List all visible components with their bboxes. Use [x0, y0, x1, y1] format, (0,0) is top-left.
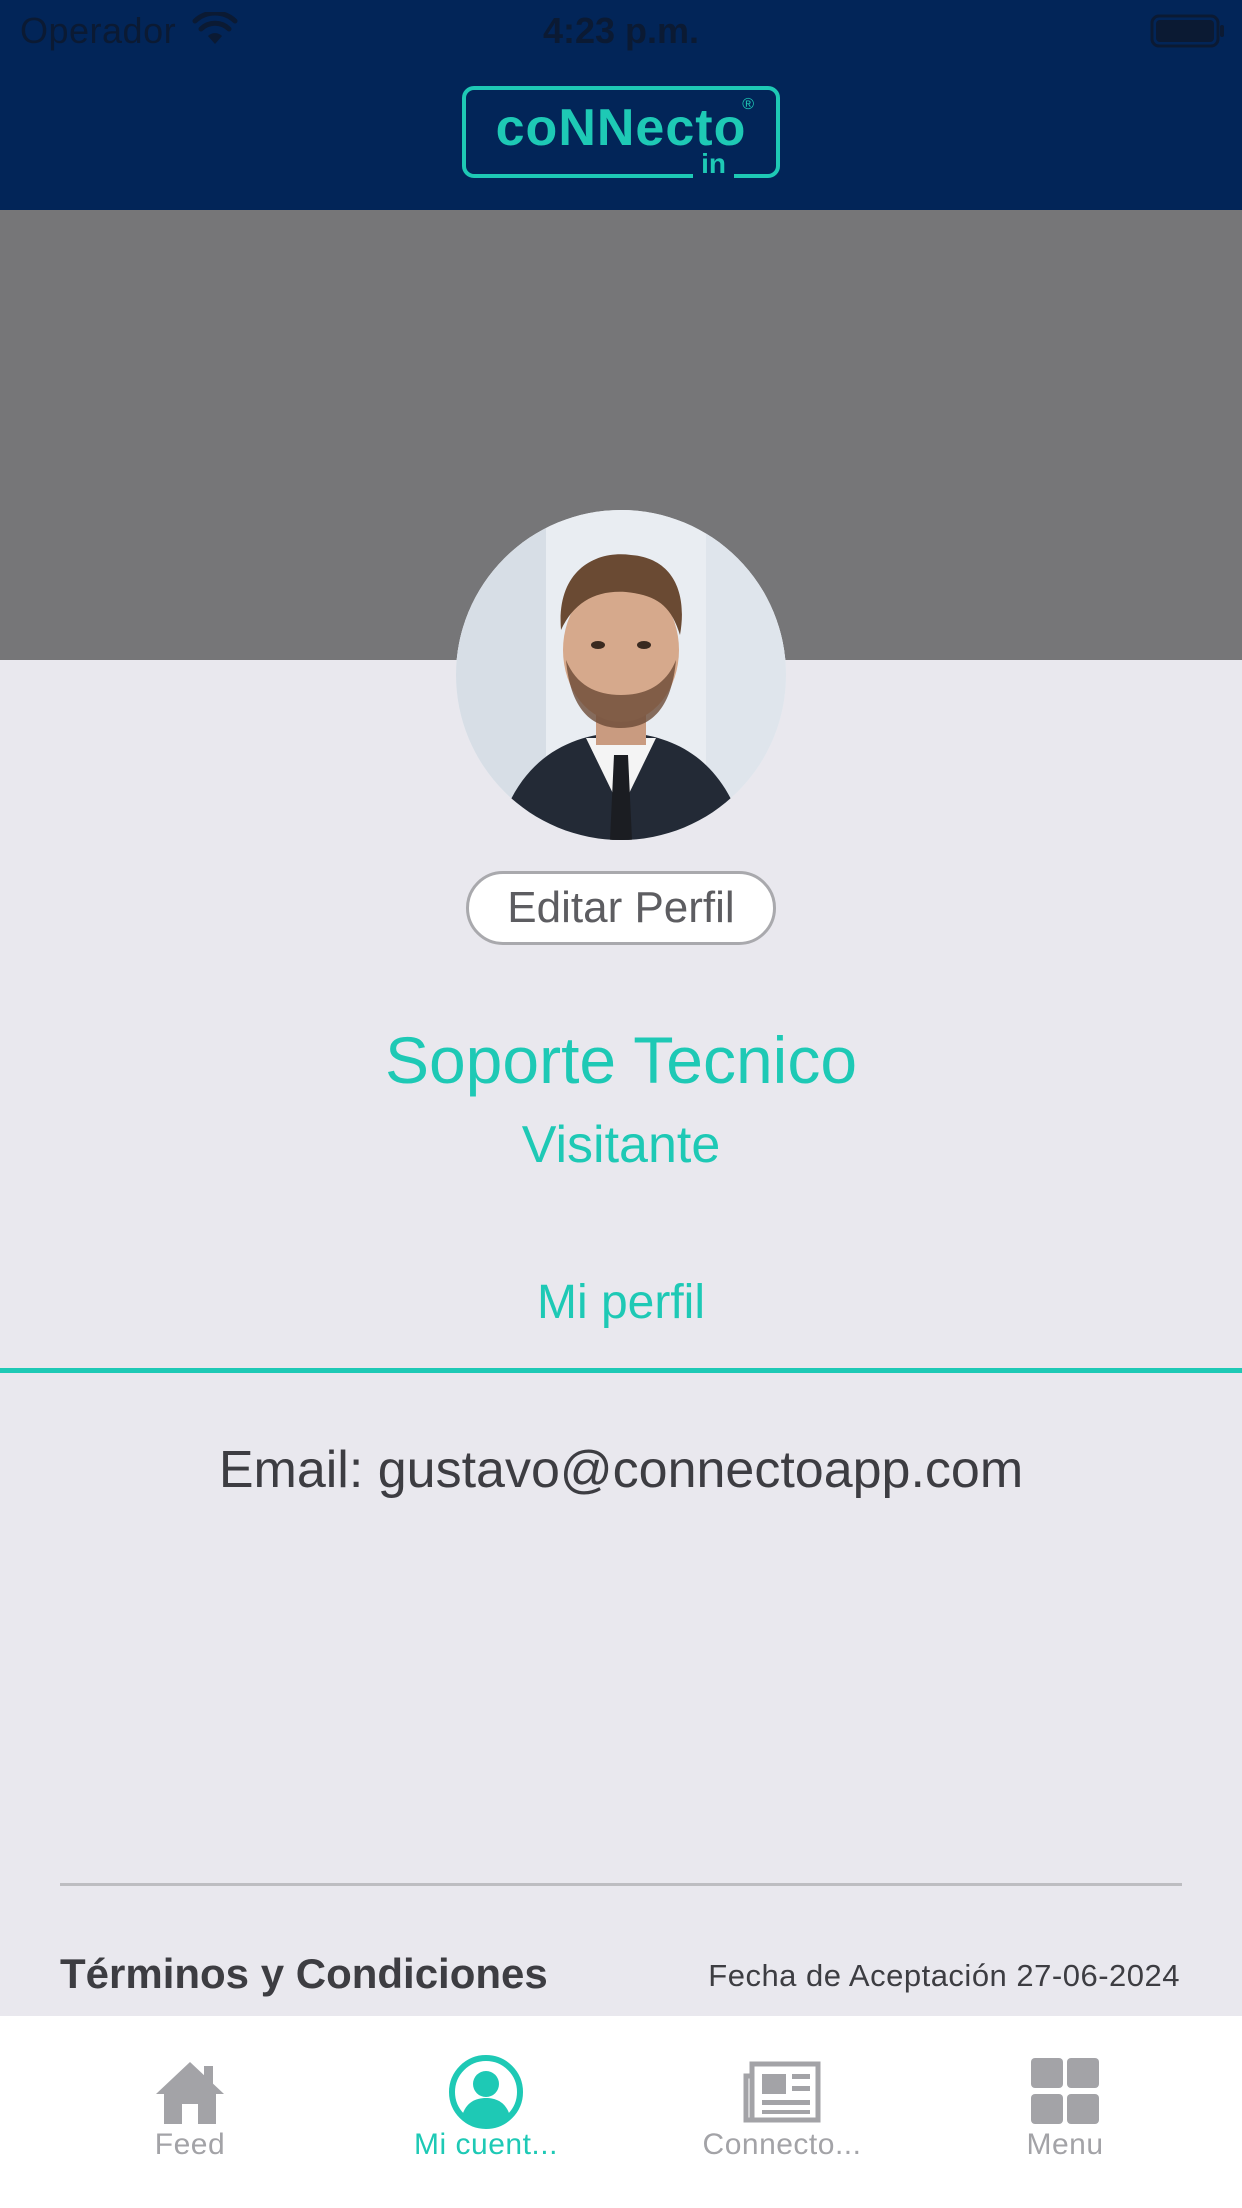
- tab-my-account[interactable]: Mi cuent...: [336, 2016, 636, 2208]
- tab-connecto-label: Connecto...: [702, 2128, 862, 2161]
- newspaper-icon: [742, 2054, 822, 2130]
- terms-acceptance-date: Fecha de Aceptación 27-06-2024: [708, 1958, 1180, 1993]
- terms-and-conditions-link[interactable]: Términos y Condiciones: [60, 1950, 548, 1998]
- user-icon: [446, 2054, 526, 2130]
- grid-icon: [1025, 2054, 1105, 2130]
- logo-registered-mark: ®: [742, 96, 754, 113]
- user-email: Email: gustavo@connectoapp.com: [218, 1441, 1024, 1499]
- status-bar: Operador 4:23 p.m.: [0, 0, 1242, 60]
- home-icon: [150, 2054, 230, 2130]
- battery-icon: [1150, 14, 1226, 53]
- bottom-tab-bar: Feed Mi cuent... Connecto... Menu: [0, 2016, 1242, 2208]
- edit-profile-button[interactable]: Editar Perfil: [466, 871, 776, 945]
- tab-menu-label: Menu: [1026, 2128, 1104, 2161]
- tab-feed[interactable]: Feed: [40, 2016, 340, 2208]
- tab-connecto[interactable]: Connecto...: [632, 2016, 932, 2208]
- app-logo: coNNecto ® in: [462, 86, 780, 180]
- tab-my-account-label: Mi cuent...: [414, 2128, 558, 2161]
- tab-my-profile[interactable]: Mi perfil: [0, 1275, 1242, 1330]
- profile-avatar[interactable]: [456, 510, 786, 840]
- tab-active-indicator: [0, 1368, 1242, 1373]
- divider: [60, 1883, 1182, 1886]
- logo-subtext: in: [693, 148, 734, 180]
- user-name: Soporte Tecnico: [384, 1023, 858, 1097]
- tab-menu[interactable]: Menu: [915, 2016, 1215, 2208]
- user-role: Visitante: [521, 1116, 721, 1174]
- tab-feed-label: Feed: [154, 2128, 226, 2161]
- nav-bar: coNNecto ® in: [0, 60, 1242, 210]
- status-time: 4:23 p.m.: [542, 10, 700, 51]
